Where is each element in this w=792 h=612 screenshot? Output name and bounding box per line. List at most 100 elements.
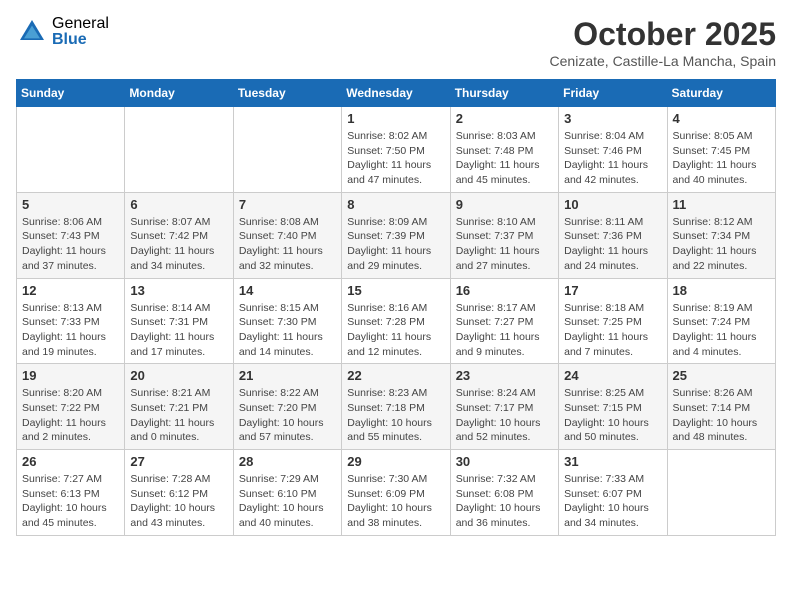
calendar-cell: 17 Sunrise: 8:18 AM Sunset: 7:25 PM Dayli… (559, 278, 667, 364)
day-info: Sunrise: 8:18 AM Sunset: 7:25 PM Dayligh… (564, 301, 661, 360)
calendar-cell: 15 Sunrise: 8:16 AM Sunset: 7:28 PM Dayli… (342, 278, 450, 364)
calendar-cell: 24 Sunrise: 8:25 AM Sunset: 7:15 PM Dayli… (559, 364, 667, 450)
calendar-cell: 3Sunrise: 8:04 AM Sunset: 7:46 PM Daylig… (559, 107, 667, 193)
calendar-cell: 21 Sunrise: 8:22 AM Sunset: 7:20 PM Dayli… (233, 364, 341, 450)
calendar-cell: 13 Sunrise: 8:14 AM Sunset: 7:31 PM Dayli… (125, 278, 233, 364)
day-info: Sunrise: 8:22 AM Sunset: 7:20 PM Dayligh… (239, 386, 336, 445)
day-number: 31 (564, 454, 661, 469)
day-info: Sunrise: 8:14 AM Sunset: 7:31 PM Dayligh… (130, 301, 227, 360)
day-info: Sunrise: 8:08 AM Sunset: 7:40 PM Dayligh… (239, 215, 336, 274)
calendar-cell: 10 Sunrise: 8:11 AM Sunset: 7:36 PM Dayli… (559, 192, 667, 278)
calendar-week-row: 1 Sunrise: 8:02 AM Sunset: 7:50 PM Daylig… (17, 107, 776, 193)
calendar-cell: 19 Sunrise: 8:20 AM Sunset: 7:22 PM Dayli… (17, 364, 125, 450)
day-number: 4 (673, 111, 770, 126)
calendar-cell: 11 Sunrise: 8:12 AM Sunset: 7:34 PM Dayli… (667, 192, 775, 278)
calendar-cell: 14 Sunrise: 8:15 AM Sunset: 7:30 PM Dayli… (233, 278, 341, 364)
weekday-header: Thursday (450, 80, 558, 107)
day-number: 27 (130, 454, 227, 469)
day-number: 12 (22, 283, 119, 298)
day-info: Sunrise: 8:13 AM Sunset: 7:33 PM Dayligh… (22, 301, 119, 360)
day-info: Sunrise: 7:30 AM Sunset: 6:09 PM Dayligh… (347, 472, 444, 531)
day-info: Sunrise: 8:03 AM Sunset: 7:48 PM Dayligh… (456, 129, 553, 188)
day-number: 22 (347, 368, 444, 383)
calendar-cell: 6Sunrise: 8:07 AM Sunset: 7:42 PM Daylig… (125, 192, 233, 278)
day-info: Sunrise: 8:06 AM Sunset: 7:43 PM Dayligh… (22, 215, 119, 274)
calendar-cell: 30Sunrise: 7:32 AM Sunset: 6:08 PM Dayli… (450, 450, 558, 536)
day-number: 15 (347, 283, 444, 298)
calendar-cell: 23Sunrise: 8:24 AM Sunset: 7:17 PM Dayli… (450, 364, 558, 450)
day-number: 11 (673, 197, 770, 212)
calendar-cell: 5 Sunrise: 8:06 AM Sunset: 7:43 PM Daylig… (17, 192, 125, 278)
day-number: 25 (673, 368, 770, 383)
calendar-cell: 25 Sunrise: 8:26 AM Sunset: 7:14 PM Dayli… (667, 364, 775, 450)
calendar-cell: 31Sunrise: 7:33 AM Sunset: 6:07 PM Dayli… (559, 450, 667, 536)
weekday-header: Wednesday (342, 80, 450, 107)
day-info: Sunrise: 7:28 AM Sunset: 6:12 PM Dayligh… (130, 472, 227, 531)
day-number: 9 (456, 197, 553, 212)
day-number: 28 (239, 454, 336, 469)
day-number: 29 (347, 454, 444, 469)
logo-text: General Blue (52, 16, 109, 48)
calendar-header-row: SundayMondayTuesdayWednesdayThursdayFrid… (17, 80, 776, 107)
calendar-cell: 1 Sunrise: 8:02 AM Sunset: 7:50 PM Daylig… (342, 107, 450, 193)
day-info: Sunrise: 8:23 AM Sunset: 7:18 PM Dayligh… (347, 386, 444, 445)
day-info: Sunrise: 8:19 AM Sunset: 7:24 PM Dayligh… (673, 301, 770, 360)
weekday-header: Tuesday (233, 80, 341, 107)
day-info: Sunrise: 8:25 AM Sunset: 7:15 PM Dayligh… (564, 386, 661, 445)
page-header: General Blue October 2025 Cenizate, Cast… (16, 16, 776, 69)
day-info: Sunrise: 8:16 AM Sunset: 7:28 PM Dayligh… (347, 301, 444, 360)
calendar-cell (17, 107, 125, 193)
calendar-cell (125, 107, 233, 193)
calendar-cell: 4 Sunrise: 8:05 AM Sunset: 7:45 PM Daylig… (667, 107, 775, 193)
day-number: 2 (456, 111, 553, 126)
calendar-cell: 9Sunrise: 8:10 AM Sunset: 7:37 PM Daylig… (450, 192, 558, 278)
logo-blue: Blue (52, 32, 109, 48)
calendar-week-row: 5 Sunrise: 8:06 AM Sunset: 7:43 PM Daylig… (17, 192, 776, 278)
day-info: Sunrise: 8:24 AM Sunset: 7:17 PM Dayligh… (456, 386, 553, 445)
day-number: 13 (130, 283, 227, 298)
day-number: 18 (673, 283, 770, 298)
day-info: Sunrise: 8:21 AM Sunset: 7:21 PM Dayligh… (130, 386, 227, 445)
calendar-week-row: 26Sunrise: 7:27 AM Sunset: 6:13 PM Dayli… (17, 450, 776, 536)
calendar-cell (667, 450, 775, 536)
day-info: Sunrise: 8:11 AM Sunset: 7:36 PM Dayligh… (564, 215, 661, 274)
calendar-table: SundayMondayTuesdayWednesdayThursdayFrid… (16, 79, 776, 536)
calendar-cell: 16 Sunrise: 8:17 AM Sunset: 7:27 PM Dayli… (450, 278, 558, 364)
day-number: 21 (239, 368, 336, 383)
weekday-header: Sunday (17, 80, 125, 107)
day-info: Sunrise: 8:26 AM Sunset: 7:14 PM Dayligh… (673, 386, 770, 445)
calendar-cell: 7Sunrise: 8:08 AM Sunset: 7:40 PM Daylig… (233, 192, 341, 278)
day-info: Sunrise: 8:05 AM Sunset: 7:45 PM Dayligh… (673, 129, 770, 188)
day-number: 24 (564, 368, 661, 383)
calendar-cell: 27 Sunrise: 7:28 AM Sunset: 6:12 PM Dayli… (125, 450, 233, 536)
day-info: Sunrise: 8:12 AM Sunset: 7:34 PM Dayligh… (673, 215, 770, 274)
calendar-week-row: 12 Sunrise: 8:13 AM Sunset: 7:33 PM Dayli… (17, 278, 776, 364)
calendar-cell (233, 107, 341, 193)
day-number: 5 (22, 197, 119, 212)
day-number: 6 (130, 197, 227, 212)
calendar-cell: 26Sunrise: 7:27 AM Sunset: 6:13 PM Dayli… (17, 450, 125, 536)
logo-general: General (52, 16, 109, 32)
calendar-cell: 29 Sunrise: 7:30 AM Sunset: 6:09 PM Dayli… (342, 450, 450, 536)
day-info: Sunrise: 8:20 AM Sunset: 7:22 PM Dayligh… (22, 386, 119, 445)
calendar-cell: 28 Sunrise: 7:29 AM Sunset: 6:10 PM Dayli… (233, 450, 341, 536)
day-number: 16 (456, 283, 553, 298)
day-number: 3 (564, 111, 661, 126)
day-number: 10 (564, 197, 661, 212)
day-number: 8 (347, 197, 444, 212)
day-number: 1 (347, 111, 444, 126)
day-info: Sunrise: 8:17 AM Sunset: 7:27 PM Dayligh… (456, 301, 553, 360)
calendar-cell: 12 Sunrise: 8:13 AM Sunset: 7:33 PM Dayli… (17, 278, 125, 364)
day-info: Sunrise: 7:29 AM Sunset: 6:10 PM Dayligh… (239, 472, 336, 531)
location: Cenizate, Castille-La Mancha, Spain (550, 53, 776, 69)
day-info: Sunrise: 8:15 AM Sunset: 7:30 PM Dayligh… (239, 301, 336, 360)
logo-icon (16, 16, 48, 48)
title-block: October 2025 Cenizate, Castille-La Manch… (550, 16, 776, 69)
day-number: 14 (239, 283, 336, 298)
day-info: Sunrise: 8:02 AM Sunset: 7:50 PM Dayligh… (347, 129, 444, 188)
calendar-week-row: 19 Sunrise: 8:20 AM Sunset: 7:22 PM Dayli… (17, 364, 776, 450)
day-number: 17 (564, 283, 661, 298)
weekday-header: Monday (125, 80, 233, 107)
day-number: 19 (22, 368, 119, 383)
day-number: 20 (130, 368, 227, 383)
